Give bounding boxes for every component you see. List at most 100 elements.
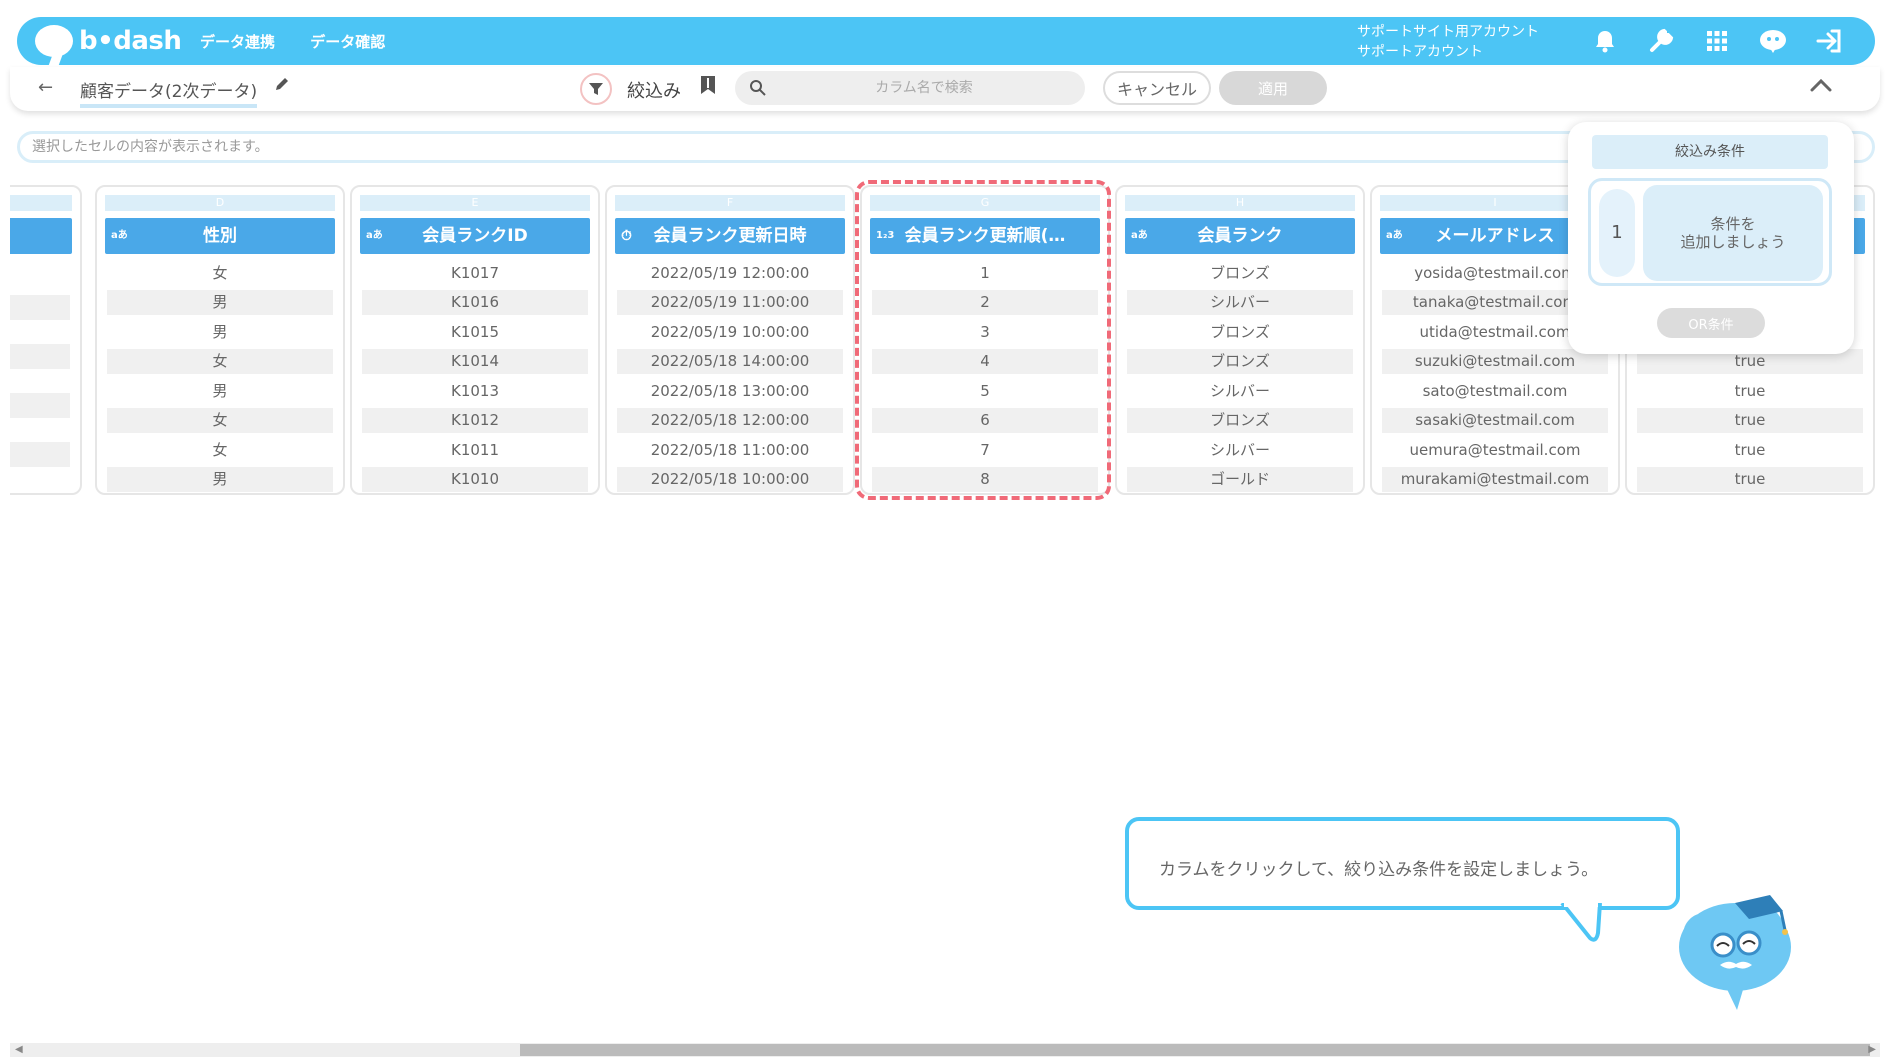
scroll-right-icon[interactable]: ▶ — [1868, 1044, 1876, 1055]
table-cell[interactable]: K1012 — [362, 408, 588, 433]
table-cell[interactable]: 男 — [107, 320, 333, 345]
table-cell[interactable]: K1013 — [362, 379, 588, 404]
bdash-logo[interactable]: b•dash — [35, 24, 182, 58]
bookmark-icon[interactable] — [700, 75, 716, 99]
table-cell[interactable]: ブロンズ — [1127, 349, 1353, 374]
column-header[interactable] — [10, 218, 72, 254]
page-title[interactable]: 顧客データ(2次データ) — [80, 77, 258, 108]
table-cell[interactable]: K1015 — [362, 320, 588, 345]
column-header[interactable]: aあ 会員ランクID — [360, 218, 590, 254]
table-cell[interactable]: true — [1637, 438, 1863, 463]
table-cell[interactable]: 男 — [107, 467, 333, 492]
table-cell[interactable]: K1011 — [362, 438, 588, 463]
table-cell[interactable] — [10, 344, 70, 369]
table-cell[interactable]: 女 — [107, 349, 333, 374]
logout-icon[interactable] — [1813, 25, 1845, 57]
column-rank-id[interactable]: E aあ 会員ランクID K1017 K1016 K1015 K1014 K101… — [350, 185, 600, 495]
column-gender[interactable]: D aあ 性別 女 男 男 女 男 女 女 男 — [95, 185, 345, 495]
nav-data-link[interactable]: データ連携 — [200, 33, 275, 51]
table-cell[interactable]: 2022/05/18 14:00:00 — [617, 349, 843, 374]
table-cell[interactable]: 2022/05/18 13:00:00 — [617, 379, 843, 404]
table-cell[interactable]: 2022/05/19 12:00:00 — [617, 261, 843, 286]
column-letter: E — [360, 195, 590, 211]
table-cell[interactable]: K1017 — [362, 261, 588, 286]
horizontal-scrollbar[interactable]: ◀ ▶ — [10, 1043, 1880, 1057]
table-cell[interactable]: K1016 — [362, 290, 588, 315]
table-cell[interactable]: ブロンズ — [1127, 320, 1353, 345]
table-cell[interactable]: 女 — [107, 438, 333, 463]
column-header-label: メールアドレス — [1435, 226, 1555, 246]
table-cell[interactable]: 2022/05/18 10:00:00 — [617, 467, 843, 492]
nav-data-check[interactable]: データ確認 — [310, 33, 385, 51]
table-cell[interactable]: 2022/05/18 11:00:00 — [617, 438, 843, 463]
apply-button[interactable]: 適用 — [1219, 71, 1327, 105]
table-cell[interactable]: 2022/05/19 10:00:00 — [617, 320, 843, 345]
condition-group: 1 条件を 追加しましょう — [1588, 178, 1832, 286]
table-cell[interactable]: ブロンズ — [1127, 261, 1353, 286]
sub-toolbar: ← 顧客データ(2次データ) 絞込み キャンセル 適用 — [10, 67, 1880, 111]
table-cell[interactable] — [10, 442, 70, 467]
mascot-help-icon[interactable] — [1757, 25, 1789, 57]
cancel-button[interactable]: キャンセル — [1103, 71, 1211, 105]
hint-bubble: カラムをクリックして、絞り込み条件を設定しましょう。 — [1125, 817, 1680, 910]
table-cell[interactable]: シルバー — [1127, 379, 1353, 404]
bell-icon[interactable] — [1589, 25, 1621, 57]
filter-label[interactable]: 絞込み — [627, 77, 681, 103]
table-cell[interactable]: 2022/05/19 11:00:00 — [617, 290, 843, 315]
table-cell[interactable]: true — [1637, 408, 1863, 433]
scroll-thumb[interactable] — [520, 1044, 1870, 1056]
chevron-up-icon[interactable] — [1810, 77, 1832, 96]
column-partial[interactable] — [10, 185, 82, 495]
pencil-icon[interactable] — [274, 76, 290, 96]
table-cell[interactable] — [10, 295, 70, 320]
table-cell[interactable]: suzuki@testmail.com — [1382, 349, 1608, 374]
table-cell[interactable]: シルバー — [1127, 290, 1353, 315]
table-cell[interactable]: ブロンズ — [1127, 408, 1353, 433]
column-rank[interactable]: H aあ 会員ランク ブロンズ シルバー ブロンズ ブロンズ シルバー ブロンズ … — [1115, 185, 1365, 495]
column-rank-updated-at[interactable]: F ⏱ 会員ランク更新日時 2022/05/19 12:00:00 2022/05… — [605, 185, 855, 495]
panel-title: 絞込み条件 — [1592, 135, 1828, 169]
timer-type-icon: ⏱ — [621, 228, 632, 244]
table-cell[interactable]: K1014 — [362, 349, 588, 374]
table-cell[interactable]: 2022/05/18 12:00:00 — [617, 408, 843, 433]
table-cell[interactable]: sato@testmail.com — [1382, 379, 1608, 404]
text-type-icon: aあ — [1386, 230, 1403, 241]
filter-icon[interactable] — [580, 73, 612, 105]
mascot-character-icon — [1679, 895, 1791, 1010]
account-info[interactable]: サポートサイト用アカウント サポートアカウント — [1357, 22, 1539, 62]
table-cell[interactable]: true — [1637, 467, 1863, 492]
column-header[interactable]: aあ 性別 — [105, 218, 335, 254]
table-cell[interactable]: 女 — [107, 261, 333, 286]
scroll-left-icon[interactable]: ◀ — [15, 1044, 23, 1055]
table-cell[interactable]: uemura@testmail.com — [1382, 438, 1608, 463]
column-header-label: 性別 — [203, 226, 237, 246]
hint-text: カラムをクリックして、絞り込み条件を設定しましょう。 — [1159, 860, 1599, 880]
back-arrow-icon[interactable]: ← — [38, 77, 53, 98]
table-cell[interactable]: シルバー — [1127, 438, 1353, 463]
column-header[interactable]: ⏱ 会員ランク更新日時 — [615, 218, 845, 254]
table-cell[interactable]: true — [1637, 379, 1863, 404]
search-icon — [749, 79, 767, 101]
column-header[interactable]: aあ 会員ランク — [1125, 218, 1355, 254]
apps-grid-icon[interactable] — [1701, 25, 1733, 57]
table-cell[interactable]: 女 — [107, 408, 333, 433]
add-condition-dropzone[interactable]: 条件を 追加しましょう — [1643, 185, 1823, 281]
table-cell[interactable] — [10, 393, 70, 418]
account-line2: サポートアカウント — [1357, 44, 1483, 60]
wrench-icon[interactable] — [1645, 25, 1677, 57]
logo-bubble-icon — [35, 25, 73, 57]
table-cell[interactable]: murakami@testmail.com — [1382, 467, 1608, 492]
column-search[interactable] — [735, 71, 1085, 105]
or-condition-button[interactable]: OR条件 — [1657, 308, 1765, 338]
column-letter: H — [1125, 195, 1355, 211]
table-cell[interactable]: ゴールド — [1127, 467, 1353, 492]
top-icons — [1589, 25, 1845, 57]
table-cell[interactable]: 男 — [107, 379, 333, 404]
top-nav: データ連携 データ確認 — [200, 31, 415, 52]
column-header-label: 会員ランク更新日時 — [653, 226, 807, 246]
account-line1: サポートサイト用アカウント — [1357, 24, 1539, 40]
search-input[interactable] — [779, 71, 1069, 105]
table-cell[interactable]: 男 — [107, 290, 333, 315]
table-cell[interactable]: sasaki@testmail.com — [1382, 408, 1608, 433]
table-cell[interactable]: K1010 — [362, 467, 588, 492]
